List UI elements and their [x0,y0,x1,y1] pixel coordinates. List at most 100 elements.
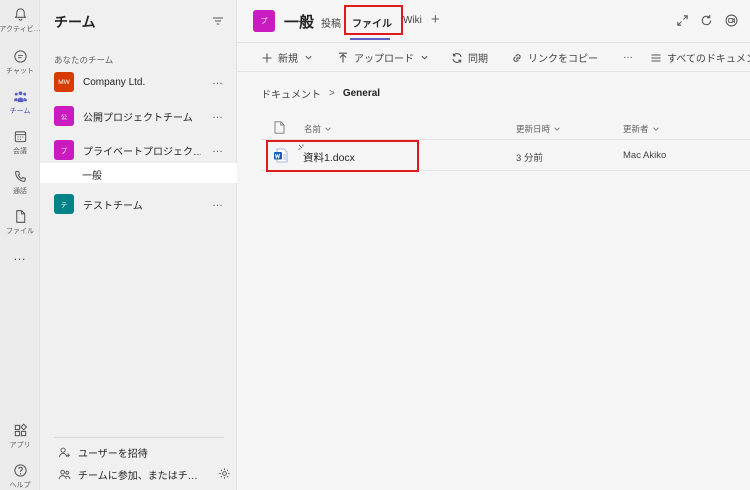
tab-wiki[interactable]: Wiki [403,15,422,26]
invite-user-label: ユーザーを招待 [78,449,148,460]
teams-sidebar: チーム あなたのチーム MW Company Ltd. … 公 公開プロジェクト… [40,0,237,490]
file-modified-by: Mac Akiko [623,150,667,161]
phone-icon [14,170,26,182]
app-rail: アクティビ… チャット チーム 会議 通話 ファイル … アプリ ヘルプ [0,0,41,490]
rail-item-help[interactable]: ヘルプ [0,458,40,490]
upload-button[interactable]: アップロード [337,50,429,65]
channel-title: 一般 [284,14,315,31]
team-item-company[interactable]: MW Company Ltd. … [40,69,237,95]
new-label: 新規 [278,54,298,65]
team-more-button[interactable]: … [212,197,224,209]
view-selector-label: すべてのドキュメント [667,54,750,65]
active-tab-indicator [350,38,390,40]
column-header-modified-by[interactable]: 更新者 [623,123,660,135]
join-team-label: チームに参加、またはチ… [78,471,198,482]
channel-header: プ 一般 投稿 ファイル Wiki + [237,0,750,42]
rail-label: アクティビ… [0,26,41,33]
teams-icon [13,91,27,103]
team-item-test[interactable]: テ テストチーム … [40,191,237,217]
chevron-down-icon [554,127,560,131]
copy-link-label: リンクをコピー [528,54,598,65]
rail-label: ヘルプ [9,482,31,489]
column-modified-label: 更新日時 [516,124,551,134]
file-toolbar: 新規 アップロード 同期 リンクをコピー … すべてのドキュメント [237,42,750,72]
chevron-down-icon [652,127,659,131]
column-name-label: 名前 [304,124,322,134]
rail-item-chat[interactable]: チャット [0,44,40,84]
sync-icon [452,52,462,63]
file-icon [15,210,25,223]
column-header-name[interactable]: 名前 [304,123,332,135]
bell-icon [14,8,26,21]
team-item-private-project[interactable]: プ プライベートプロジェク… … [40,137,237,163]
document-type-icon [274,121,285,134]
breadcrumb: ドキュメント > General [261,86,380,101]
meet-icon[interactable] [724,13,739,28]
breadcrumb-separator: > [329,88,335,99]
team-avatar: プ [54,140,74,160]
rail-label: 会議 [13,148,27,155]
filter-icon[interactable] [212,15,224,27]
team-more-button[interactable]: … [212,143,224,155]
refresh-icon[interactable] [699,13,714,28]
rail-item-calls[interactable]: 通話 [0,164,40,204]
team-avatar: テ [54,194,74,214]
add-person-icon [58,447,71,458]
join-team-button[interactable]: チームに参加、またはチ… [58,467,198,482]
rail-item-apps[interactable]: アプリ [0,418,40,458]
people-icon [58,469,71,480]
team-name: 公開プロジェクトチーム [83,112,193,124]
chevron-down-icon [305,55,312,60]
rail-item-teams[interactable]: チーム [0,84,40,124]
tab-files[interactable]: ファイル [352,15,392,30]
rail-item-files[interactable]: ファイル [0,204,40,244]
team-item-public-project[interactable]: 公 公開プロジェクトチーム … [40,103,237,129]
file-list-header: 名前 更新日時 更新者 [261,116,750,140]
calendar-icon [14,131,26,143]
sidebar-title: チーム [54,14,96,30]
breadcrumb-root[interactable]: ドキュメント [261,86,321,101]
rail-label: 通話 [13,188,27,195]
file-name[interactable]: 資料1.docx [303,150,355,165]
team-name: プライベートプロジェク… [83,146,201,158]
team-name: Company Ltd. [83,76,146,88]
rail-label: アプリ [9,442,31,449]
chat-icon [13,50,27,63]
chevron-down-icon [421,55,428,60]
invite-user-button[interactable]: ユーザーを招待 [58,445,148,460]
view-selector-button[interactable]: すべてのドキュメント [650,50,750,65]
toolbar-more-button[interactable]: … [618,50,633,61]
add-tab-button[interactable]: + [431,11,440,28]
rail-label: チーム [9,108,31,115]
help-icon [13,464,27,477]
channel-item-general[interactable]: 一般 [40,163,237,183]
column-header-modified[interactable]: 更新日時 [516,123,561,135]
rail-label: ファイル [6,228,34,235]
gear-icon[interactable] [218,467,231,480]
apps-icon [14,423,27,437]
word-file-icon [274,148,288,163]
column-modified-by-label: 更新者 [623,124,649,134]
team-more-button[interactable]: … [212,109,224,121]
channel-avatar: プ [253,10,275,32]
main-pane: プ 一般 投稿 ファイル Wiki + 新規 アップロード 同期 リンクをコピー [237,0,750,490]
tab-posts[interactable]: 投稿 [321,15,341,30]
sync-label: 同期 [468,54,488,65]
breadcrumb-current: General [342,88,381,99]
file-row[interactable]: 資料1.docx 3 分前 Mac Akiko [261,141,750,171]
rail-item-activity[interactable]: アクティビ… [0,2,41,42]
rail-item-calendar[interactable]: 会議 [0,124,40,164]
toolbar-more-label: … [623,50,633,61]
sync-button[interactable]: 同期 [451,50,488,65]
team-more-button[interactable]: … [212,75,224,87]
rail-label: チャット [6,68,34,75]
file-modified: 3 分前 [516,153,543,164]
team-avatar: MW [54,72,74,92]
rail-more-button[interactable]: … [0,248,40,263]
expand-icon[interactable] [675,13,690,28]
copy-link-button[interactable]: リンクをコピー [511,50,598,65]
upload-icon [339,52,347,62]
channel-name: 一般 [82,171,102,182]
new-button[interactable]: 新規 [261,50,313,65]
list-icon [651,53,661,62]
